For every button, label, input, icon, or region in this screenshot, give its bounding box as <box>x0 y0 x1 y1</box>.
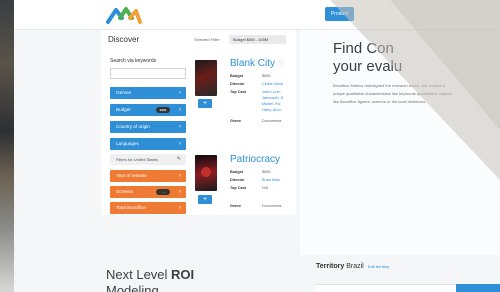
filter-languages-button[interactable]: Languages › <box>110 138 186 150</box>
pencil-icon[interactable]: ✎ <box>177 154 181 165</box>
chevron-right-icon: › <box>179 107 181 113</box>
movie-title-link[interactable]: Patriocracy <box>230 154 280 165</box>
territory-heading: Territory Brazil Edit territory <box>316 263 390 270</box>
chevron-right-icon: › <box>179 189 181 195</box>
chevron-right-icon: › <box>179 173 181 179</box>
cast-value: N/A <box>262 186 269 190</box>
chevron-right-icon: › <box>179 124 181 130</box>
director-value[interactable]: Celine Danh <box>262 82 283 86</box>
next-level-heading: Next Level ROI <box>106 267 195 282</box>
selected-filter-label: Selected Filter: <box>194 37 221 42</box>
hero-title: Find Con your evalu <box>333 40 403 75</box>
keyword-search-input[interactable] <box>110 68 186 79</box>
genre-value: Documenta <box>262 204 282 208</box>
filter-boxoffice-button[interactable]: Total Boxoffice › <box>110 202 186 214</box>
filter-year-button[interactable]: Year of release › <box>110 170 186 182</box>
product-button[interactable]: Product <box>325 7 354 21</box>
director-value[interactable]: Brian Malo <box>262 178 280 182</box>
movie-title-link[interactable]: Blank City ⓘ <box>230 58 284 69</box>
genre-value: Documenta <box>262 119 282 123</box>
territory-action-button[interactable] <box>456 284 500 292</box>
director-label: Director <box>230 82 245 86</box>
logo-icon[interactable] <box>106 4 142 26</box>
keyword-search-label: Search via keywords <box>110 58 157 64</box>
screens-badge: .... <box>156 189 170 195</box>
genre-label: Genre <box>230 119 241 123</box>
add-movie-button[interactable]: + <box>198 195 212 204</box>
top-cast-label: Top Cast <box>230 90 246 94</box>
next-level-heading-line2: Modeling <box>106 283 159 292</box>
us-filters-label: Filters for United States ✎ <box>110 154 186 165</box>
filter-budget-button[interactable]: Budget $$$$ › <box>110 104 186 116</box>
movie-poster[interactable] <box>195 60 217 96</box>
filter-screens-button[interactable]: Screens .... › <box>110 186 186 198</box>
budget-label: Budget <box>230 74 244 78</box>
cast-value[interactable]: Harry, Amo <box>262 108 281 112</box>
budget-badge: $$$$ <box>156 107 170 113</box>
discover-heading: Discover <box>108 35 140 44</box>
genre-label: Genre <box>230 204 241 208</box>
budget-value: $80K <box>262 74 271 78</box>
movie-poster[interactable] <box>195 155 217 191</box>
selected-filter-chip[interactable]: Budget $0M - 100M <box>229 35 286 44</box>
cast-value[interactable]: Jarmusch, B <box>262 96 283 100</box>
chevron-right-icon: › <box>179 141 181 147</box>
filter-country-button[interactable]: Country of origin › <box>110 121 186 133</box>
top-cast-label: Top Cast <box>230 186 246 190</box>
add-movie-button[interactable]: + <box>198 99 212 108</box>
info-icon: ⓘ <box>278 62 285 68</box>
cast-value[interactable]: John Lurie, <box>262 90 281 94</box>
cast-value[interactable]: Michel, Ric <box>262 102 281 106</box>
budget-value: $80K <box>262 170 271 174</box>
hero-description: Boxoffice Metrics redesigned the researc… <box>333 83 453 104</box>
chevron-right-icon: › <box>179 90 181 96</box>
filter-genres-button[interactable]: Genres › <box>110 87 186 99</box>
budget-label: Budget <box>230 170 244 174</box>
background-photo-strip <box>0 0 14 292</box>
director-label: Director <box>230 178 245 182</box>
edit-territory-link[interactable]: Edit territory <box>368 264 390 269</box>
top-navigation-bar: Product <box>14 0 500 30</box>
chevron-right-icon: › <box>179 205 181 211</box>
